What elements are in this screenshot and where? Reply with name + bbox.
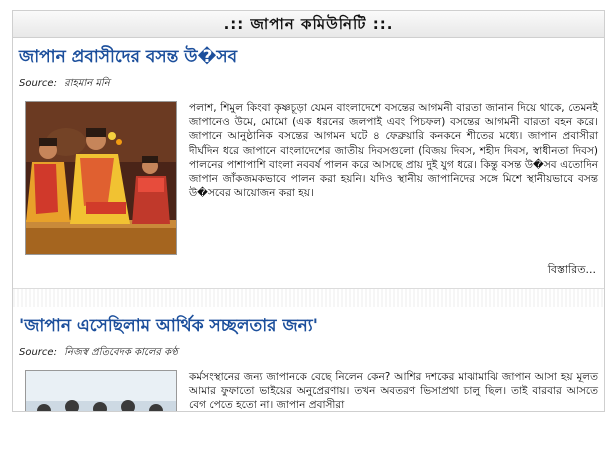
article-body: পলাশ, শিমুল কিংবা কৃষ্ণচূড়া যেমন বাংলাদ…: [189, 102, 598, 200]
section-header: .:: জাপান কমিউনিটি ::.: [13, 11, 604, 38]
read-more-row: বিস্তারিত...: [13, 255, 604, 288]
article-body-row: পলাশ, শিমুল কিংবা কৃষ্ণচূড়া যেমন বাংলাদ…: [13, 93, 604, 255]
source-label: Source:: [19, 78, 57, 89]
article-card: 'জাপান এসেছিলাম আর্থিক সচ্ছলতার জন্য' So…: [13, 307, 604, 412]
source-label: Source:: [19, 347, 57, 358]
source-name: রাহমান মনি: [64, 78, 110, 89]
article-separator: [13, 289, 604, 307]
article-photo[interactable]: [25, 370, 177, 411]
source-name: নিজস্ব প্রতিবেদক কালের কণ্ঠ: [64, 347, 178, 358]
group-photo-illustration: [26, 371, 176, 411]
festival-photo-illustration: [26, 102, 176, 254]
japan-community-panel: .:: জাপান কমিউনিটি ::. জাপান প্রবাসীদের …: [12, 10, 605, 412]
article-source: Source: রাহমান মনি: [13, 72, 604, 93]
article-photo[interactable]: [25, 101, 177, 255]
read-more-link[interactable]: বিস্তারিত...: [548, 263, 596, 276]
article-body-row: কর্মসংস্থানের জন্য জাপানকে বেছে নিলেন কে…: [13, 362, 604, 412]
article-body: কর্মসংস্থানের জন্য জাপানকে বেছে নিলেন কে…: [189, 371, 598, 412]
article-title-link[interactable]: জাপান প্রবাসীদের বসন্ত উ�সব: [13, 38, 604, 72]
article-source: Source: নিজস্ব প্রতিবেদক কালের কণ্ঠ: [13, 341, 604, 362]
article-card: জাপান প্রবাসীদের বসন্ত উ�সব Source: রাহম…: [13, 38, 604, 289]
article-title-link[interactable]: 'জাপান এসেছিলাম আর্থিক সচ্ছলতার জন্য': [13, 307, 604, 341]
